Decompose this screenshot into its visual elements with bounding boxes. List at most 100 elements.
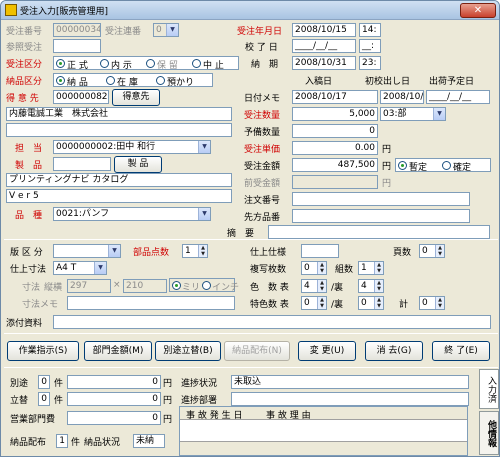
chevron-down-icon: ▼	[166, 24, 178, 36]
grid-scrollbar[interactable]	[180, 441, 467, 455]
customer-name2-field[interactable]	[6, 123, 232, 137]
close-date-field[interactable]: ____/__/__	[292, 39, 356, 53]
tab-entered[interactable]: 入力済	[479, 369, 499, 409]
spare-field[interactable]: 0	[292, 124, 378, 138]
order-no-field[interactable]: 00000034	[53, 23, 101, 37]
finish-label: 仕上仕様	[250, 248, 287, 258]
delivery-distribution-button[interactable]: 納品配布(N)	[224, 341, 290, 361]
mm-radio[interactable]	[172, 281, 181, 290]
qty-field[interactable]: 5,000	[292, 107, 378, 121]
status-fixed-radio[interactable]	[442, 161, 451, 170]
total-label: 受注金額	[244, 162, 281, 172]
inch-radio[interactable]	[202, 281, 211, 290]
product-lookup-button[interactable]: 製 品	[114, 156, 162, 173]
delivery-date-field[interactable]: 2008/10/31	[292, 56, 356, 70]
staff-select[interactable]: 0000000002:田中 和行 ▼	[53, 140, 211, 154]
order-date-field[interactable]: 2008/10/15	[292, 23, 356, 37]
finish-size-select[interactable]: A4 T ▼	[53, 261, 107, 275]
spin-arrows-icon[interactable]: ▲ ▼	[374, 297, 383, 309]
customer-name-field[interactable]: 内藤電誠工業 株式会社	[6, 107, 232, 121]
delivery-label: 納 期	[251, 60, 279, 70]
size-width-field[interactable]: 297	[67, 279, 111, 293]
customer-lookup-button[interactable]: 得意先	[112, 89, 160, 106]
size-height-field[interactable]: 210	[123, 279, 167, 293]
order-type-cancel-radio[interactable]	[192, 59, 201, 68]
advance-count: 0	[38, 392, 50, 406]
ship-type-deliver-radio[interactable]	[56, 76, 65, 85]
customer-code-field[interactable]: 0000000820	[53, 90, 109, 104]
set-value: 1	[361, 263, 367, 273]
tab-other-info[interactable]: 他情報	[479, 411, 499, 455]
colors-back-stepper[interactable]: 4 ▲ ▼	[358, 279, 384, 293]
colors-label: 色 数 表	[250, 283, 289, 293]
order-type-provisional-radio[interactable]	[100, 59, 109, 68]
edition-label: 版 区 分	[10, 248, 43, 258]
unit-select[interactable]: 03:部 ▼	[380, 107, 446, 121]
ship-type-stock-radio[interactable]	[106, 76, 115, 85]
order-type-hold-label: 保 留	[157, 61, 178, 71]
special-back-stepper[interactable]: 0 ▲ ▼	[358, 296, 384, 310]
copy-stepper[interactable]: 0 ▲ ▼	[301, 261, 327, 275]
note-no-field[interactable]	[292, 192, 470, 206]
ref-order-field[interactable]	[53, 39, 101, 53]
edition-select[interactable]: ▼	[53, 244, 121, 258]
summary-field[interactable]	[268, 225, 490, 239]
spin-arrows-icon[interactable]: ▲ ▼	[317, 297, 326, 309]
ship-type-group: 納 品 在 庫 預かり	[53, 73, 213, 88]
order-type-official-radio[interactable]	[56, 59, 65, 68]
ship-type-keep-radio[interactable]	[156, 76, 165, 85]
note-no-label: 注文番号	[244, 196, 281, 206]
prev-field[interactable]	[292, 175, 378, 189]
spin-arrows-icon[interactable]: ▲ ▼	[317, 280, 326, 292]
special-total-stepper[interactable]: 0 ▲ ▼	[419, 296, 445, 310]
spin-arrows-icon[interactable]: ▲ ▼	[374, 280, 383, 292]
set-stepper[interactable]: 1 ▲ ▼	[358, 261, 384, 275]
total-field[interactable]: 487,500	[292, 158, 378, 172]
size-memo-field[interactable]	[67, 296, 235, 310]
extra-count: 0	[38, 375, 50, 389]
close-button[interactable]: ✕	[460, 3, 496, 18]
spin-arrows-icon[interactable]: ▲ ▼	[374, 262, 383, 274]
change-button[interactable]: 変 更(U)	[298, 341, 356, 361]
status-provisional-radio[interactable]	[398, 161, 407, 170]
size-memo-label: 寸法メモ	[22, 300, 59, 310]
parts-label: 部品点数	[133, 248, 170, 258]
cust-item-field[interactable]	[292, 209, 470, 223]
delivery-time-field[interactable]: 23:	[359, 56, 381, 70]
spin-arrows-icon[interactable]: ▲ ▼	[435, 245, 444, 257]
first-ship-field[interactable]: 2008/10/22	[380, 90, 424, 104]
kind-select[interactable]: 0021:パンフ ▼	[53, 207, 211, 221]
cust-item-label: 先方品番	[244, 213, 281, 223]
accident-grid[interactable]: 事 故 発 生 日 事 故 理 由	[179, 406, 468, 456]
extra-amount: 0	[67, 375, 161, 389]
exit-button[interactable]: 終 了(E)	[432, 341, 490, 361]
order-time-field[interactable]: 14:	[359, 23, 381, 37]
parts-stepper[interactable]: 1 ▲ ▼	[182, 244, 208, 258]
order-seq-select[interactable]: 0 ▼	[153, 23, 179, 37]
price-field[interactable]: 0.00	[292, 141, 378, 155]
advance-button[interactable]: 別途立替(B)	[155, 341, 221, 361]
special-front-stepper[interactable]: 0 ▲ ▼	[301, 296, 327, 310]
parts-value: 1	[185, 246, 191, 256]
product-version-field[interactable]: V e r 5	[6, 189, 232, 203]
work-order-button[interactable]: 作業指示(S)	[7, 341, 79, 361]
attach-field[interactable]	[53, 315, 491, 329]
in-date-field[interactable]: 2008/10/17	[292, 90, 378, 104]
product-name-field[interactable]: プリンティングナビ カタログ	[6, 173, 232, 187]
extra-label: 別途	[10, 379, 29, 389]
close-time-field[interactable]: __:	[359, 39, 381, 53]
spin-arrows-icon[interactable]: ▲ ▼	[198, 245, 207, 257]
size-unit-group: ミリ インチ	[169, 278, 239, 293]
spin-arrows-icon[interactable]: ▲ ▼	[435, 297, 444, 309]
finish-field[interactable]	[301, 244, 339, 258]
grid-header-reason: 事 故 理 由	[266, 411, 311, 421]
clear-button[interactable]: 消 去(G)	[365, 341, 423, 361]
order-type-hold-radio[interactable]	[146, 59, 155, 68]
product-code-field[interactable]	[53, 157, 111, 171]
pages-stepper[interactable]: 0 ▲ ▼	[419, 244, 445, 258]
dept-amount-button[interactable]: 部門金額(M)	[84, 341, 152, 361]
spin-arrows-icon[interactable]: ▲ ▼	[317, 262, 326, 274]
colors-front-stepper[interactable]: 4 ▲ ▼	[301, 279, 327, 293]
ship-plan-field[interactable]: ____/__/__	[426, 90, 490, 104]
special-back-label: /裏	[331, 300, 344, 310]
